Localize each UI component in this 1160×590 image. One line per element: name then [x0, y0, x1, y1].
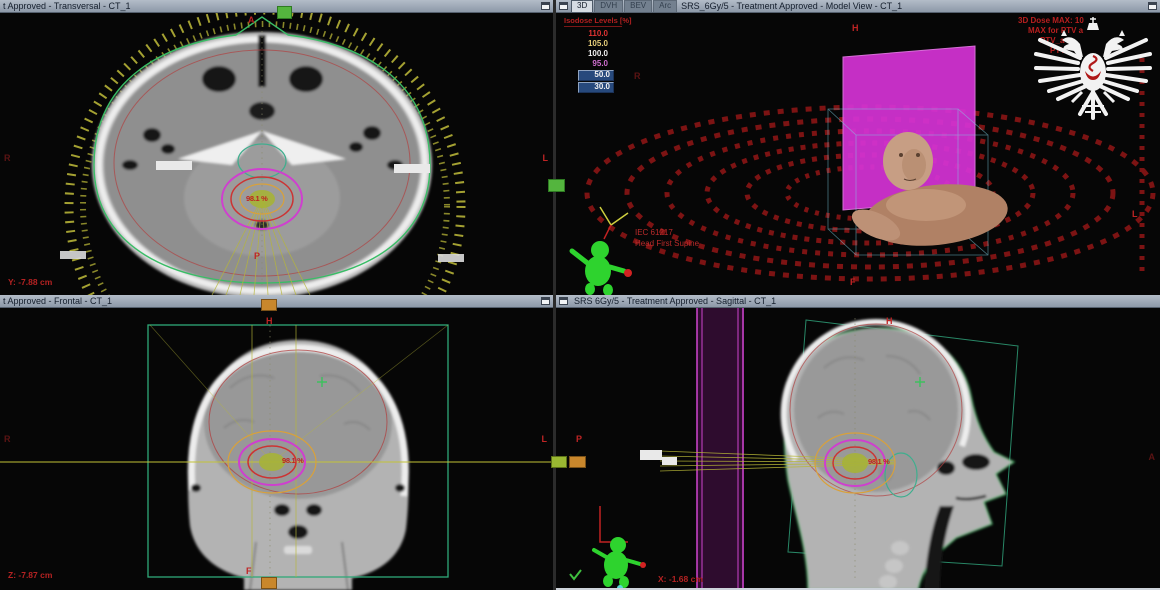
viewport-title: SRS 6Gy/5 - Treatment Approved - Sagitta…: [571, 296, 779, 306]
isodose-level[interactable]: 30.0: [578, 82, 614, 93]
orientation-label-right: R: [4, 434, 11, 444]
slice-coordinate: X: -1.68 cm: [658, 574, 703, 584]
approved-check-icon: [570, 570, 581, 579]
isodose-legend: Isodose Levels [%] 110.0 105.0 100.0 95.…: [564, 16, 622, 94]
orientation-label-left: L: [1132, 209, 1138, 219]
viewport-transversal[interactable]: t Approved - Transversal - CT_1: [0, 0, 553, 295]
ct-axial-slice: [0, 13, 553, 295]
window-restore-icon[interactable]: [559, 2, 568, 10]
plane-scroll-handle[interactable]: [277, 6, 292, 19]
titlebar-sagittal: SRS 6Gy/5 - Treatment Approved - Sagitta…: [556, 295, 1160, 308]
dose-value-label: 98.1 %: [868, 457, 890, 466]
window-restore-icon[interactable]: [559, 297, 568, 305]
orientation-label-head: H: [886, 316, 893, 326]
plane-scroll-handle[interactable]: [261, 299, 277, 311]
isodose-level[interactable]: 100.0: [564, 49, 622, 59]
viewport-title: SRS_6Gy/5 - Treatment Approved - Model V…: [678, 1, 905, 11]
ct-sagittal-slice: [556, 308, 1160, 590]
orientation-label-posterior: P: [576, 434, 582, 444]
titlebar-model: 3D DVH BEV Arc SRS_6Gy/5 - Treatment App…: [556, 0, 1160, 13]
jaw-marker: [662, 457, 677, 465]
patient-orientation-figure: [594, 537, 646, 590]
ct-coronal-slice: [0, 308, 553, 590]
isodose-level[interactable]: 105.0: [564, 39, 622, 49]
viewport-frontal[interactable]: t Approved - Frontal - CT_1: [0, 295, 553, 590]
window-restore-icon[interactable]: [541, 297, 550, 305]
axis-marker-red: [600, 506, 628, 542]
tab-3d[interactable]: 3D: [571, 0, 593, 13]
tab-dvh[interactable]: DVH: [594, 0, 623, 13]
patient-orientation-text: IEC 61217 Head First Supine: [635, 227, 699, 249]
window-restore-icon[interactable]: [1148, 2, 1157, 10]
canvas-transversal[interactable]: A P R L 98.1 % Y: -7.88 cm: [0, 13, 553, 295]
isodose-legend-header: Isodose Levels [%]: [564, 16, 622, 27]
beam-plane-edge: [697, 308, 744, 590]
orientation-label-feet: F: [246, 566, 252, 576]
orientation-label-left: L: [542, 434, 548, 444]
plane-scroll-handle[interactable]: [551, 456, 567, 468]
plane-scroll-handle[interactable]: [569, 456, 586, 468]
orientation-label-right: R: [634, 71, 641, 81]
tab-bev[interactable]: BEV: [624, 0, 652, 13]
window-restore-icon[interactable]: [541, 2, 550, 10]
viewport-title: t Approved - Transversal - CT_1: [0, 1, 134, 11]
ministry-of-health-eagle-logo: [1028, 14, 1158, 134]
slice-coordinate: Y: -7.88 cm: [8, 277, 52, 287]
isodose-level[interactable]: 95.0: [564, 59, 622, 69]
viewport-title: t Approved - Frontal - CT_1: [0, 296, 115, 306]
ct-head-coronal: [188, 340, 408, 590]
canvas-frontal[interactable]: H F R L 98.1 % Z: -7.87 cm: [0, 308, 553, 590]
plane-scroll-handle[interactable]: [548, 179, 565, 192]
ct-head-sagittal: [784, 322, 1014, 590]
orientation-label-anterior: A: [248, 15, 255, 25]
plane-scroll-handle[interactable]: [261, 577, 277, 589]
viewport-sagittal[interactable]: SRS 6Gy/5 - Treatment Approved - Sagitta…: [556, 295, 1160, 590]
slice-coordinate: Z: -7.87 cm: [8, 570, 52, 580]
orientation-label-posterior: P: [254, 251, 260, 261]
dose-value-label: 98.1 %: [282, 456, 304, 465]
treatment-planning-window: t Approved - Transversal - CT_1: [0, 0, 1160, 590]
patient-orientation-figure: [572, 241, 632, 295]
orientation-label-head: H: [266, 316, 273, 326]
orientation-label-right: R: [4, 153, 11, 163]
jaw-marker: [640, 450, 662, 460]
orientation-label-anterior: A: [1149, 452, 1156, 462]
orientation-label-head: H: [852, 23, 859, 33]
tab-arc[interactable]: Arc: [653, 0, 677, 13]
isodose-level[interactable]: 110.0: [564, 29, 622, 39]
isodose-level[interactable]: 50.0: [578, 70, 614, 81]
orientation-label-left: L: [543, 153, 549, 163]
canvas-sagittal[interactable]: H P A 98.1 % X: -1.68 cm: [556, 308, 1160, 590]
dose-value-label: 98.1 %: [246, 194, 268, 203]
orientation-label-feet: F: [850, 277, 856, 287]
double-headed-eagle-icon: [1028, 14, 1158, 134]
